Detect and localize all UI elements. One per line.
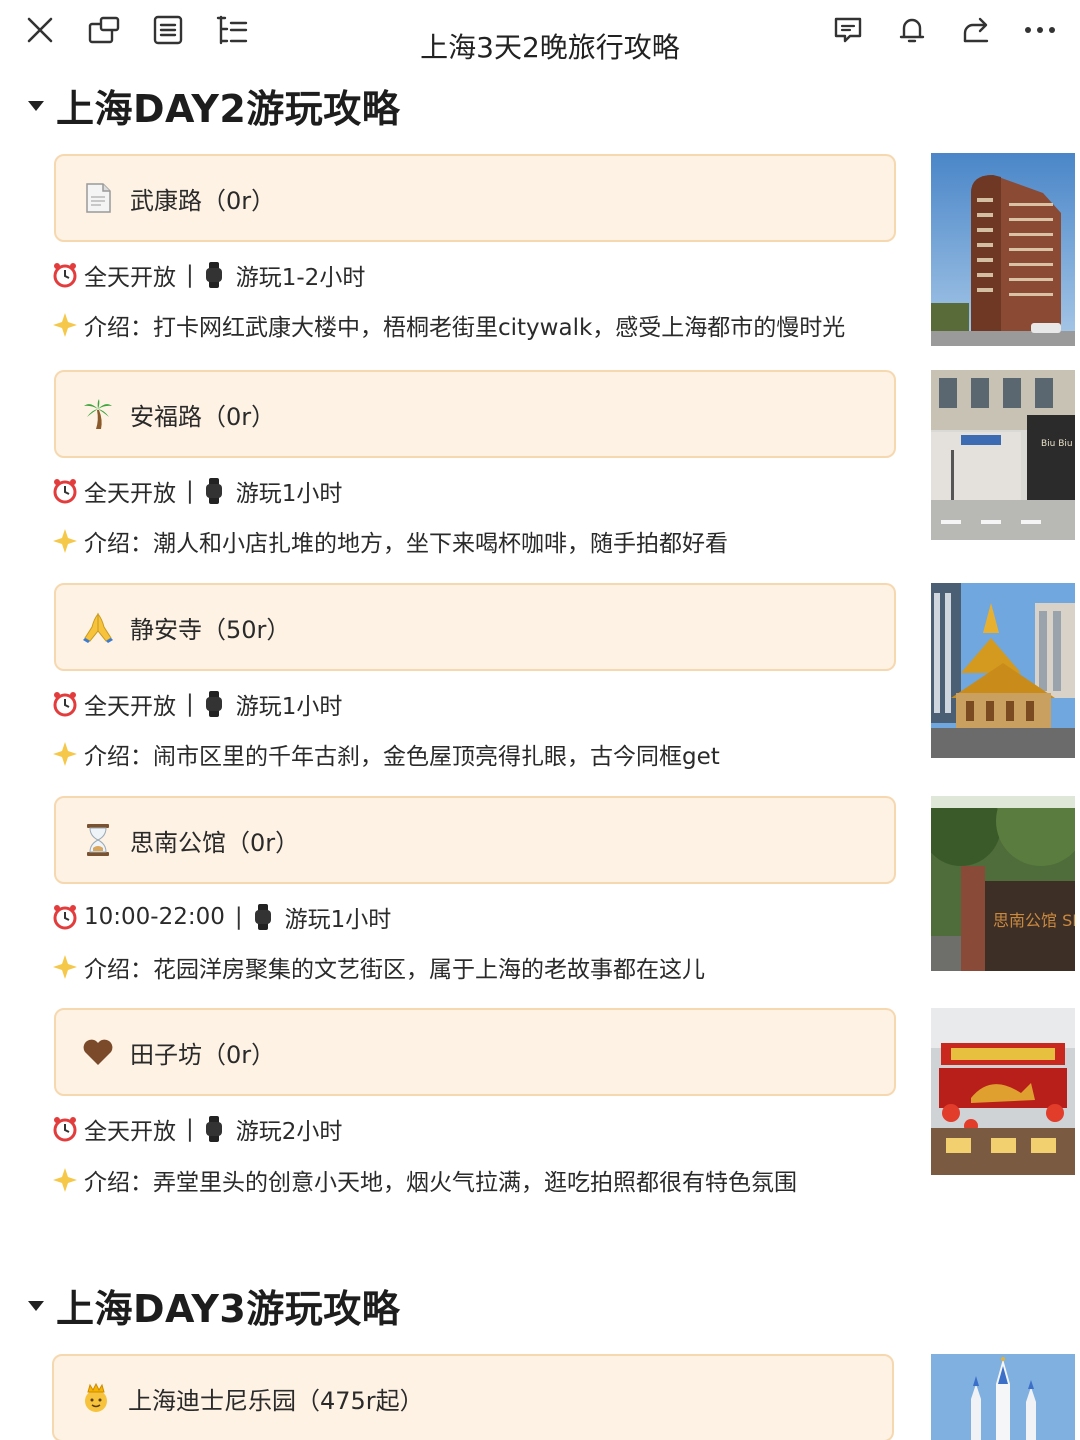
watch-icon	[204, 691, 230, 717]
spot-name: 安福路（0r）	[130, 402, 276, 431]
play-duration: 游玩1-2小时	[235, 265, 366, 291]
more-icon[interactable]	[1020, 10, 1060, 50]
bell-icon[interactable]	[892, 10, 932, 50]
opening-hours: 全天开放	[84, 265, 176, 291]
outline-icon[interactable]	[148, 10, 188, 50]
section-title: 上海DAY2游玩攻略	[56, 87, 401, 131]
watch-icon	[204, 478, 230, 504]
photo-jingan-temple[interactable]	[931, 583, 1075, 758]
photo-disneyland[interactable]	[931, 1354, 1075, 1440]
separator: |	[234, 904, 243, 930]
spot-intro: 介绍：潮人和小店扎堆的地方，坐下来喝杯咖啡，随手拍都好看	[84, 531, 728, 557]
section-heading-day2[interactable]: 上海DAY2游玩攻略	[28, 78, 400, 133]
spot-name: 静安寺（50r）	[130, 615, 291, 644]
palm-tree-icon	[80, 396, 116, 432]
spot-intro-line: 介绍：花园洋房聚集的文艺街区，属于上海的老故事都在这儿	[52, 950, 705, 984]
spot-name: 武康路（0r）	[130, 186, 276, 215]
watch-icon	[204, 262, 230, 288]
sparkle-star-icon	[52, 741, 78, 767]
document-icon	[80, 180, 116, 216]
spot-name: 思南公馆（0r）	[130, 828, 300, 857]
spot-callout-sinan-mansions[interactable]: 思南公馆（0r）	[54, 796, 896, 884]
top-toolbar: 上海3天2晚旅行攻略	[0, 0, 1080, 64]
spot-intro: 介绍：闹市区里的千年古刹，金色屋顶亮得扎眼，古今同框get	[84, 744, 720, 770]
spot-intro-line: 介绍：打卡网红武康大楼中，梧桐老街里citywalk，感受上海都市的慢时光	[52, 308, 845, 342]
alarm-clock-icon	[52, 1116, 78, 1142]
hourglass-icon	[80, 822, 116, 858]
section-title: 上海DAY3游玩攻略	[56, 1287, 401, 1331]
alarm-clock-icon	[52, 691, 78, 717]
section-heading-day3[interactable]: 上海DAY3游玩攻略	[28, 1278, 400, 1333]
spot-hours-line: 全天开放 | 游玩1小时	[52, 474, 342, 508]
separator: |	[186, 1116, 194, 1142]
spot-name: 上海迪士尼乐园（475r起）	[128, 1386, 424, 1415]
sparkle-star-icon	[52, 954, 78, 980]
sparkle-star-icon	[52, 312, 78, 338]
photo-tianzifang[interactable]	[931, 1008, 1075, 1175]
separator: |	[186, 691, 194, 717]
photo-sinan-mansions[interactable]: 思南公馆 SINAN MANSIONS	[931, 796, 1075, 971]
comment-icon[interactable]	[828, 10, 868, 50]
separator: |	[186, 262, 194, 288]
spot-intro: 介绍：弄堂里头的创意小天地，烟火气拉满，逛吃拍照都很有特色氛围	[84, 1170, 797, 1196]
spot-intro-line: 介绍：潮人和小店扎堆的地方，坐下来喝杯咖啡，随手拍都好看	[52, 524, 728, 558]
sparkle-star-icon	[52, 1167, 78, 1193]
photo-wukang-mansion[interactable]	[931, 153, 1075, 346]
spot-callout-tianzifang[interactable]: 田子坊（0r）	[54, 1008, 896, 1096]
praying-hands-icon	[80, 609, 116, 645]
play-duration: 游玩1小时	[284, 907, 392, 933]
separator: |	[186, 478, 194, 504]
collapse-caret-icon[interactable]	[28, 1300, 44, 1311]
sparkle-star-icon	[52, 528, 78, 554]
window-icon[interactable]	[84, 10, 124, 50]
heart-icon	[80, 1034, 116, 1070]
watch-icon	[204, 1116, 230, 1142]
close-icon[interactable]	[20, 10, 60, 50]
spot-hours-line: 全天开放 | 游玩2小时	[52, 1112, 342, 1146]
spot-callout-jingan-temple[interactable]: 静安寺（50r）	[54, 583, 896, 671]
opening-hours: 全天开放	[84, 694, 176, 720]
spot-hours-line: 10:00-22:00 | 游玩1小时	[52, 900, 391, 934]
spot-hours-line: 全天开放 | 游玩1小时	[52, 687, 342, 721]
gate-sign-text: 思南公馆 SINAN MANSIONS	[993, 911, 1075, 930]
collapse-caret-icon[interactable]	[28, 100, 44, 111]
photo-anfu-road[interactable]: Biu Biu	[931, 370, 1075, 540]
spot-name: 田子坊（0r）	[130, 1040, 276, 1069]
opening-hours: 全天开放	[84, 1119, 176, 1145]
spot-intro-line: 介绍：闹市区里的千年古刹，金色屋顶亮得扎眼，古今同框get	[52, 737, 720, 771]
spot-callout-wukang-road[interactable]: 武康路（0r）	[54, 154, 896, 242]
opening-hours: 全天开放	[84, 481, 176, 507]
document-title: 上海3天2晚旅行攻略	[420, 31, 680, 64]
alarm-clock-icon	[52, 262, 78, 288]
list-icon[interactable]	[212, 10, 252, 50]
watch-icon	[253, 904, 279, 930]
spot-callout-anfu-road[interactable]: 安福路（0r）	[54, 370, 896, 458]
spot-intro: 介绍：打卡网红武康大楼中，梧桐老街里citywalk，感受上海都市的慢时光	[84, 315, 846, 341]
play-duration: 游玩2小时	[235, 1119, 343, 1145]
spot-hours-line: 全天开放 | 游玩1-2小时	[52, 258, 365, 292]
play-duration: 游玩1小时	[235, 694, 343, 720]
alarm-clock-icon	[52, 478, 78, 504]
share-icon[interactable]	[956, 10, 996, 50]
shop-sign-text: Biu Biu	[1041, 439, 1073, 449]
spot-intro: 介绍：花园洋房聚集的文艺街区，属于上海的老故事都在这儿	[84, 957, 705, 983]
alarm-clock-icon	[52, 904, 78, 930]
play-duration: 游玩1小时	[235, 481, 343, 507]
princess-icon	[78, 1380, 114, 1416]
spot-callout-disneyland[interactable]: 上海迪士尼乐园（475r起）	[52, 1354, 894, 1440]
opening-hours: 10:00-22:00	[84, 904, 225, 930]
spot-intro-line: 介绍：弄堂里头的创意小天地，烟火气拉满，逛吃拍照都很有特色氛围	[52, 1163, 797, 1197]
